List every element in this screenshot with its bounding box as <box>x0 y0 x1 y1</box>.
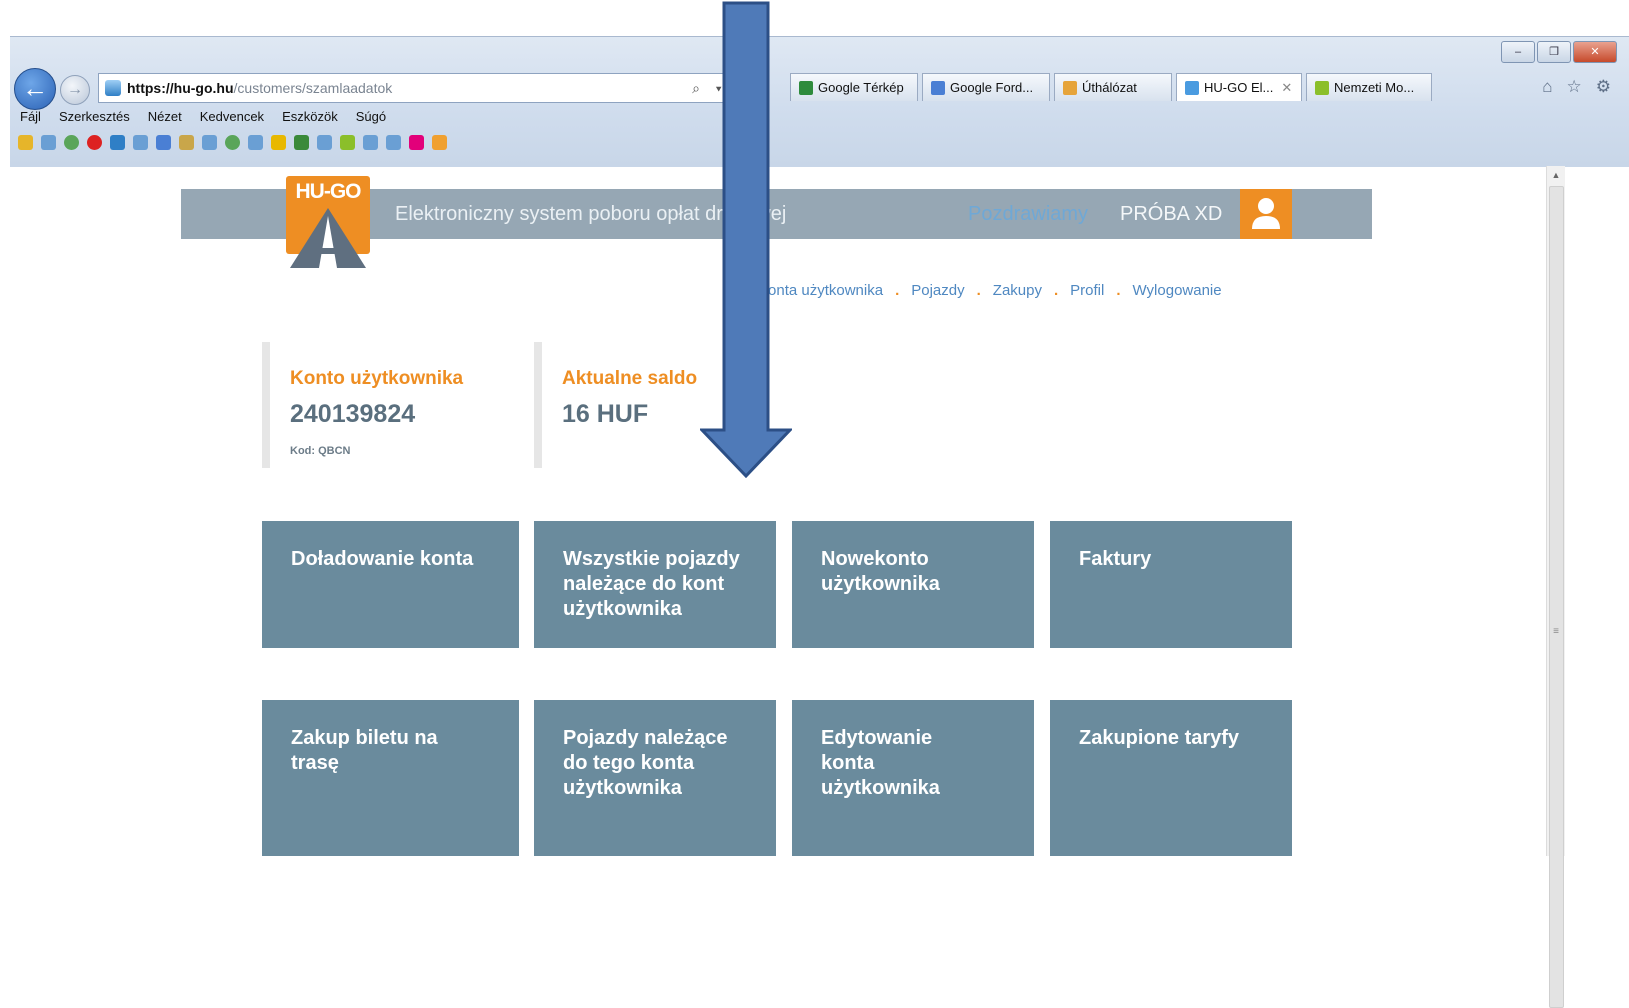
nav-vehicles[interactable]: Pojazdy <box>911 282 964 299</box>
url-host: https://hu-go.hu <box>127 80 234 96</box>
main-nav: Konta użytkownika . Pojazdy . Zakupy . P… <box>758 282 1222 299</box>
hu-go-logo[interactable]: HU-GO <box>286 176 370 268</box>
annotation-arrow <box>700 1 792 478</box>
nav-separator: . <box>1054 282 1059 299</box>
favorites-bar <box>18 135 447 150</box>
tile-buy-route-ticket[interactable]: Zakup biletu na trasę <box>262 700 519 856</box>
road-icon <box>290 208 366 268</box>
account-code: Kod: QBCN <box>290 445 351 457</box>
close-tab-icon[interactable]: ✕ <box>1281 80 1292 96</box>
tile-invoices[interactable]: Faktury <box>1050 521 1292 648</box>
favorites-star-icon[interactable] <box>18 135 33 150</box>
nav-separator: . <box>976 282 981 299</box>
address-bar[interactable]: https://hu-go.hu /customers/szamlaadatok… <box>98 73 768 103</box>
menu-tools[interactable]: Eszközök <box>282 109 338 124</box>
greeting-text: Pozdrawiamy <box>968 203 1089 225</box>
ie-page-icon <box>1185 80 1199 95</box>
close-window-button[interactable]: ✕ <box>1573 41 1617 63</box>
bing-icon[interactable] <box>271 135 286 150</box>
user-name: PRÓBA XD <box>1120 203 1223 225</box>
tab-strip: Google Térkép Google Ford... Úthálózat H… <box>790 73 1432 101</box>
nav-logout[interactable]: Wylogowanie <box>1133 282 1222 299</box>
ie-page-icon[interactable] <box>133 135 148 150</box>
menu-edit[interactable]: Szerkesztés <box>59 109 130 124</box>
tile-purchased-tariffs[interactable]: Zakupione taryfy <box>1050 700 1292 856</box>
ie-page-icon[interactable] <box>363 135 378 150</box>
tab-label: Google Ford... <box>950 80 1034 95</box>
tab-google-translate[interactable]: Google Ford... <box>922 73 1050 101</box>
site-icon <box>1315 80 1329 95</box>
url-path: /customers/szamlaadatok <box>233 80 393 96</box>
scrollbar-thumb[interactable] <box>1549 186 1564 1008</box>
tile-account-vehicles[interactable]: Pojazdy należące do tego konta użytkowni… <box>534 700 776 856</box>
tile-all-vehicles[interactable]: Wszystkie pojazdy należące do kont użytk… <box>534 521 776 648</box>
account-panel: Konto użytkownika 240139824 Kod: QBCN <box>262 342 530 468</box>
tab-label: Úthálózat <box>1082 80 1137 95</box>
ie-page-icon[interactable] <box>386 135 401 150</box>
tab-label: Google Térkép <box>818 80 904 95</box>
ie-page-icon <box>1063 80 1077 95</box>
maps-icon <box>799 80 813 95</box>
nav-profile[interactable]: Profil <box>1070 282 1104 299</box>
site-icon[interactable] <box>340 135 355 150</box>
page-icon <box>105 80 121 96</box>
ie-page-icon[interactable] <box>41 135 56 150</box>
forward-button[interactable]: → <box>60 75 90 105</box>
tile-top-up-account[interactable]: Doładowanie konta <box>262 521 519 648</box>
scrollbar-grip-icon: ≡ <box>1553 626 1559 637</box>
menu-favorites[interactable]: Kedvencek <box>200 109 264 124</box>
tile-new-account[interactable]: Nowekonto użytkownika <box>792 521 1034 648</box>
account-number: 240139824 <box>290 400 416 428</box>
rss-icon[interactable] <box>432 135 447 150</box>
maximize-button[interactable]: ❐ <box>1537 41 1571 63</box>
grid-icon[interactable] <box>294 135 309 150</box>
tab-uthalozat[interactable]: Úthálózat <box>1054 73 1172 101</box>
translate-icon <box>931 80 945 95</box>
window-controls: – ❐ ✕ <box>1501 41 1617 63</box>
user-avatar-icon[interactable] <box>1240 189 1292 239</box>
vertical-scrollbar[interactable]: ▲ ≡ <box>1546 166 1565 1008</box>
telekom-icon[interactable] <box>409 135 424 150</box>
minimize-button[interactable]: – <box>1501 41 1535 63</box>
tab-google-maps[interactable]: Google Térkép <box>790 73 918 101</box>
menu-bar: Fájl Szerkesztés Nézet Kedvencek Eszközö… <box>20 109 386 124</box>
globe-icon[interactable] <box>225 135 240 150</box>
tab-nemzeti[interactable]: Nemzeti Mo... <box>1306 73 1432 101</box>
tab-label: Nemzeti Mo... <box>1334 80 1415 95</box>
favorites-star-icon[interactable]: ☆ <box>1567 77 1582 97</box>
home-icon[interactable]: ⌂ <box>1542 77 1552 97</box>
scroll-up-arrow-icon[interactable]: ▲ <box>1547 166 1565 184</box>
nav-separator: . <box>895 282 900 299</box>
browser-chrome: – ❐ ✕ ← → https://hu-go.hu /customers/sz… <box>10 36 1629 167</box>
red-dot-icon[interactable] <box>87 135 102 150</box>
ie-page-icon[interactable] <box>317 135 332 150</box>
toolbar-icons: ⌂ ☆ ⚙ <box>1542 77 1611 97</box>
menu-help[interactable]: Súgó <box>356 109 386 124</box>
ie-page-icon[interactable] <box>248 135 263 150</box>
share-icon[interactable] <box>110 135 125 150</box>
translate-icon[interactable] <box>156 135 171 150</box>
navigation-row: ← → https://hu-go.hu /customers/szamlaad… <box>10 67 1629 110</box>
back-button[interactable]: ← <box>14 68 56 110</box>
tab-hu-go[interactable]: HU-GO El... ✕ <box>1176 73 1302 101</box>
menu-file[interactable]: Fájl <box>20 109 41 124</box>
account-label: Konto użytkownika <box>290 368 464 389</box>
tile-edit-account[interactable]: Edytowanie konta użytkownika <box>792 700 1034 856</box>
ie-page-icon[interactable] <box>202 135 217 150</box>
gear-icon[interactable]: ⚙ <box>1596 77 1611 97</box>
globe-icon[interactable] <box>64 135 79 150</box>
nav-separator: . <box>1116 282 1121 299</box>
user-icon <box>1252 198 1280 229</box>
nav-purchases[interactable]: Zakupy <box>993 282 1042 299</box>
map-icon[interactable] <box>179 135 194 150</box>
tab-label: HU-GO El... <box>1204 80 1274 95</box>
menu-view[interactable]: Nézet <box>148 109 182 124</box>
